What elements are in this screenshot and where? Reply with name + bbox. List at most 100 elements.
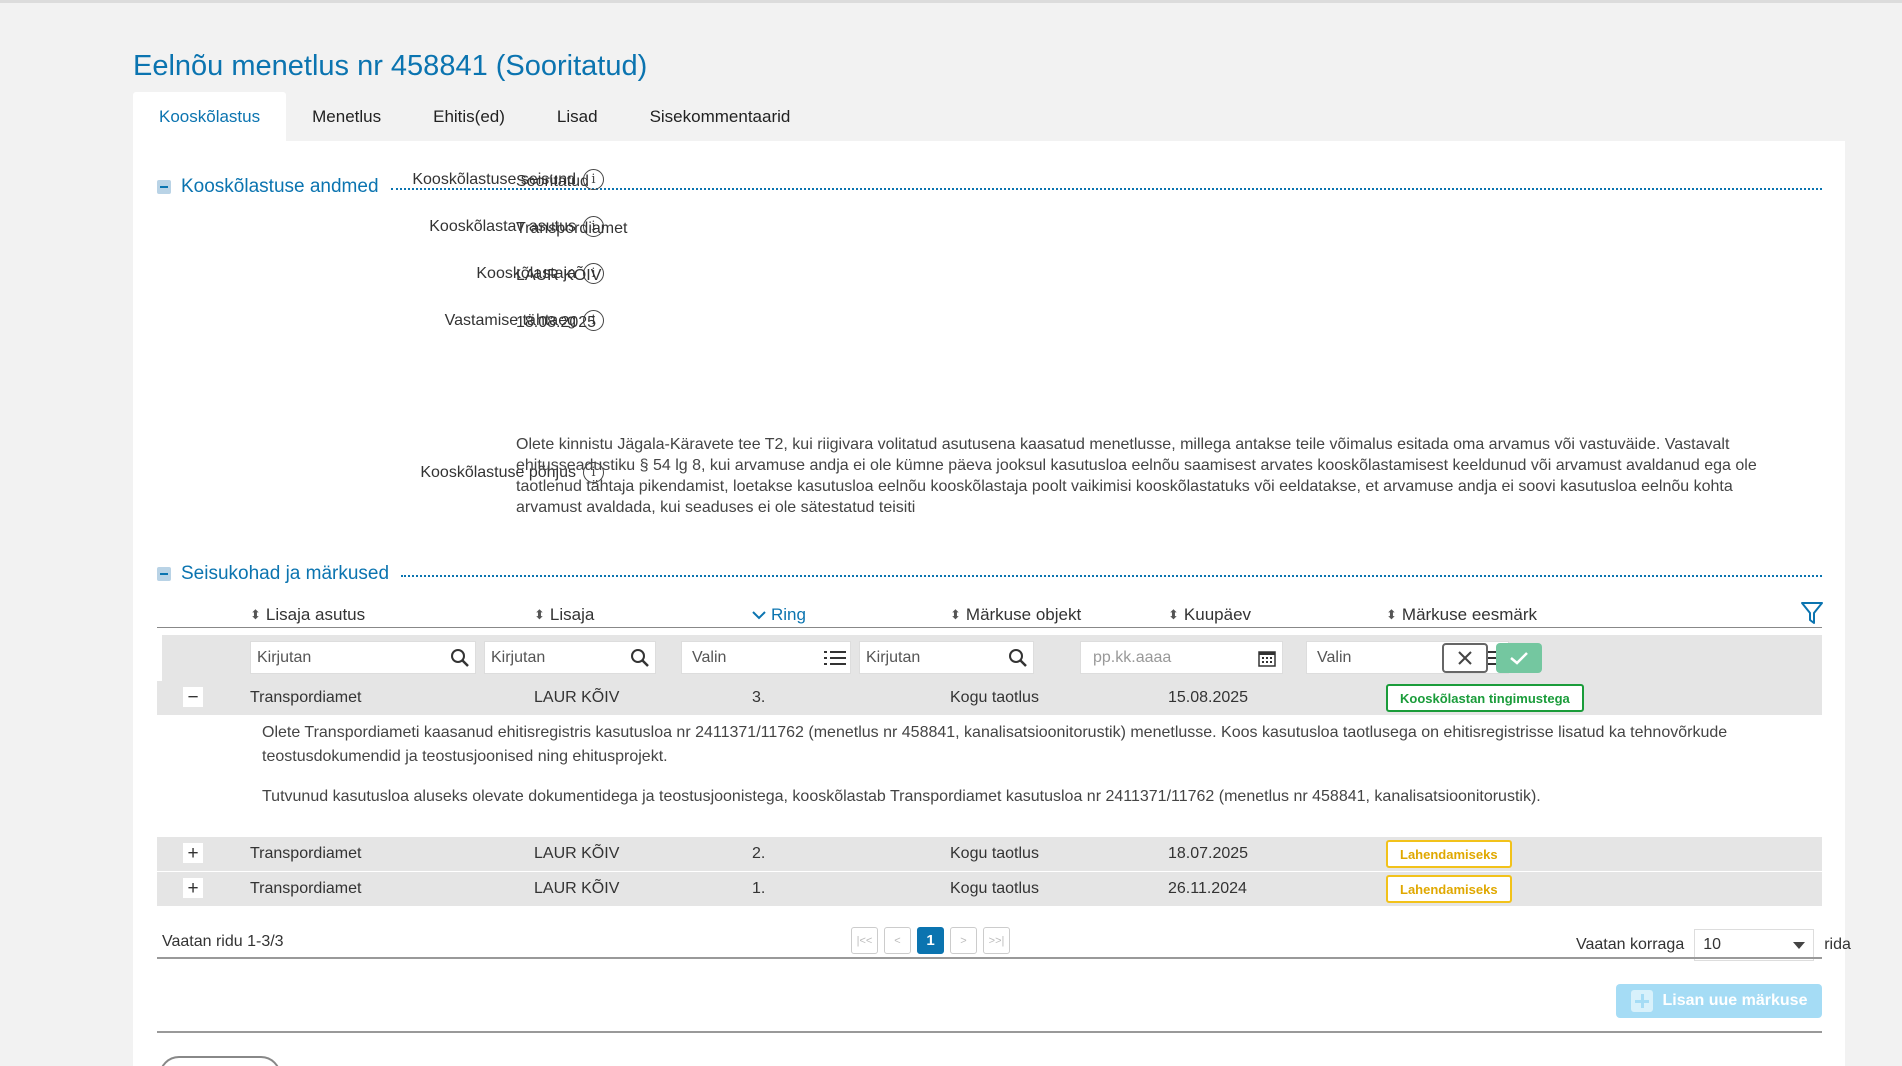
row-adder: LAUR KÕIV bbox=[534, 880, 620, 897]
column-header-purpose-label: Märkuse eesmärk bbox=[1401, 605, 1538, 624]
list-icon[interactable] bbox=[820, 649, 850, 667]
row-object: Kogu taotlus bbox=[950, 845, 1039, 862]
tab-kooskolastus[interactable]: Kooskõlastus bbox=[133, 92, 287, 142]
pagination-bar: Vaatan ridu 1-3/3 |<< < 1 > >>| Vaatan k… bbox=[157, 916, 1851, 961]
add-remark-button[interactable]: Lisan uue märkuse bbox=[1616, 984, 1822, 1018]
column-header-agency-label: Lisaja asutus bbox=[265, 605, 366, 624]
search-icon[interactable] bbox=[445, 648, 475, 668]
section-divider bbox=[157, 1031, 1822, 1033]
remarks-section-header[interactable]: Seisukohad ja märkused bbox=[157, 562, 1822, 586]
tab-bar: Kooskõlastus Menetlus Ehitis(ed) Lisad S… bbox=[133, 92, 816, 142]
collapse-icon[interactable] bbox=[157, 567, 171, 581]
apply-filters-button[interactable] bbox=[1496, 643, 1542, 673]
status-badge: Kooskõlastan tingimustega bbox=[1386, 684, 1584, 712]
row-adder: LAUR KÕIV bbox=[534, 845, 620, 862]
row-date: 18.07.2025 bbox=[1168, 845, 1249, 862]
row-agency: Transpordiamet bbox=[250, 880, 362, 897]
sort-icon: ⬍ bbox=[950, 607, 961, 622]
filter-row: Kirjutan Kirjutan Valin Kirjutan pp.kk.a… bbox=[162, 635, 1822, 681]
agency-filter-placeholder: Kirjutan bbox=[257, 648, 312, 666]
collapse-row-button[interactable]: − bbox=[183, 687, 203, 707]
plus-icon bbox=[1630, 990, 1653, 1012]
column-header-adder[interactable]: ⬍ Lisaja bbox=[534, 600, 594, 630]
sort-icon: ⬍ bbox=[250, 607, 261, 622]
field-deadline-value: 18.08.2025 bbox=[516, 314, 597, 331]
row-detail: Olete Transpordiameti kaasanud ehitisreg… bbox=[262, 721, 1792, 825]
content-panel: Kooskõlastuse andmed Kooskõlastuse seisu… bbox=[133, 141, 1851, 1066]
close-icon bbox=[1458, 651, 1472, 665]
coordination-section-header[interactable]: Kooskõlastuse andmed bbox=[157, 175, 1822, 199]
table-footer-divider bbox=[157, 957, 1822, 959]
column-header-object-label: Märkuse objekt bbox=[965, 605, 1082, 624]
row-date: 15.08.2025 bbox=[1168, 689, 1249, 706]
table-row[interactable]: + Transpordiamet LAUR KÕIV 2. Kogu taotl… bbox=[157, 837, 1822, 871]
remarks-section-title: Seisukohad ja märkused bbox=[181, 563, 390, 584]
check-icon bbox=[1510, 652, 1528, 665]
search-icon[interactable] bbox=[1003, 648, 1033, 668]
column-header-agency[interactable]: ⬍ Lisaja asutus bbox=[250, 600, 365, 630]
expand-row-button[interactable]: + bbox=[183, 878, 203, 898]
pagination: |<< < 1 > >>| bbox=[851, 927, 1010, 954]
status-badge: Lahendamiseks bbox=[1386, 840, 1512, 868]
date-filter-input[interactable]: pp.kk.aaaa bbox=[1080, 641, 1283, 674]
page-size-value: 10 bbox=[1703, 936, 1722, 953]
collapse-icon[interactable] bbox=[157, 180, 171, 194]
column-header-date[interactable]: ⬍ Kuupäev bbox=[1168, 600, 1251, 630]
clear-filters-button[interactable] bbox=[1442, 643, 1488, 673]
field-status-value: Sooritatud bbox=[516, 173, 589, 190]
add-remark-label: Lisan uue märkuse bbox=[1662, 992, 1808, 1009]
round-filter-select[interactable]: Valin bbox=[681, 641, 851, 674]
field-agency-value: Transpordiamet bbox=[516, 220, 628, 237]
page-size-label: Vaatan korraga bbox=[1576, 936, 1685, 953]
sort-icon: ⬍ bbox=[1386, 607, 1397, 622]
detail-paragraph: Tutvunud kasutusloa aluseks olevate doku… bbox=[262, 788, 1541, 805]
field-coordinator-value: LAUR KÕIV bbox=[516, 267, 602, 284]
object-filter-input[interactable]: Kirjutan bbox=[859, 641, 1034, 674]
adder-filter-input[interactable]: Kirjutan bbox=[484, 641, 656, 674]
row-object: Kogu taotlus bbox=[950, 689, 1039, 706]
chevron-down-icon bbox=[1793, 941, 1806, 949]
filter-icon[interactable] bbox=[1800, 600, 1824, 626]
tab-sisekommentaarid[interactable]: Sisekommentaarid bbox=[624, 92, 817, 142]
expand-row-button[interactable]: + bbox=[183, 843, 203, 863]
tab-ehitised[interactable]: Ehitis(ed) bbox=[407, 92, 531, 142]
next-page-button[interactable]: > bbox=[950, 927, 977, 954]
top-divider bbox=[0, 0, 1902, 3]
page-size-suffix: rida bbox=[1824, 936, 1851, 953]
tab-lisad[interactable]: Lisad bbox=[531, 92, 624, 142]
row-adder: LAUR KÕIV bbox=[534, 689, 620, 706]
adder-filter-placeholder: Kirjutan bbox=[491, 648, 546, 666]
column-header-object[interactable]: ⬍ Märkuse objekt bbox=[950, 600, 1081, 630]
column-header-adder-label: Lisaja bbox=[549, 605, 595, 624]
column-header-purpose[interactable]: ⬍ Märkuse eesmärk bbox=[1386, 600, 1537, 630]
table-row[interactable]: − Transpordiamet LAUR KÕIV 3. Kogu taotl… bbox=[157, 681, 1822, 715]
search-icon[interactable] bbox=[625, 648, 655, 668]
first-page-button[interactable]: |<< bbox=[851, 927, 878, 954]
table-row[interactable]: + Transpordiamet LAUR KÕIV 1. Kogu taotl… bbox=[157, 872, 1822, 906]
column-header-round[interactable]: Ring bbox=[752, 600, 806, 630]
current-page-button[interactable]: 1 bbox=[917, 927, 944, 954]
row-agency: Transpordiamet bbox=[250, 689, 362, 706]
tab-menetlus[interactable]: Menetlus bbox=[286, 92, 407, 142]
table-header-divider bbox=[157, 627, 1822, 628]
round-filter-placeholder: Valin bbox=[692, 648, 727, 666]
status-badge: Lahendamiseks bbox=[1386, 875, 1512, 903]
page-title: Eelnõu menetlus nr 458841 (Sooritatud) bbox=[133, 50, 648, 82]
column-header-date-label: Kuupäev bbox=[1183, 605, 1252, 624]
section-divider bbox=[401, 575, 1822, 577]
date-filter-placeholder: pp.kk.aaaa bbox=[1093, 648, 1172, 666]
row-object: Kogu taotlus bbox=[950, 880, 1039, 897]
section-divider bbox=[390, 188, 1822, 190]
sort-icon: ⬍ bbox=[1168, 607, 1179, 622]
last-page-button[interactable]: >>| bbox=[983, 927, 1010, 954]
back-button[interactable] bbox=[159, 1056, 281, 1066]
prev-page-button[interactable]: < bbox=[884, 927, 911, 954]
row-round: 2. bbox=[752, 845, 766, 862]
calendar-icon[interactable] bbox=[1252, 649, 1282, 667]
agency-filter-input[interactable]: Kirjutan bbox=[250, 641, 476, 674]
coordination-section-title: Kooskõlastuse andmed bbox=[181, 176, 379, 197]
sort-descending-icon bbox=[752, 611, 766, 620]
object-filter-placeholder: Kirjutan bbox=[866, 648, 921, 666]
column-header-round-label: Ring bbox=[771, 605, 806, 624]
sort-icon: ⬍ bbox=[534, 607, 545, 622]
